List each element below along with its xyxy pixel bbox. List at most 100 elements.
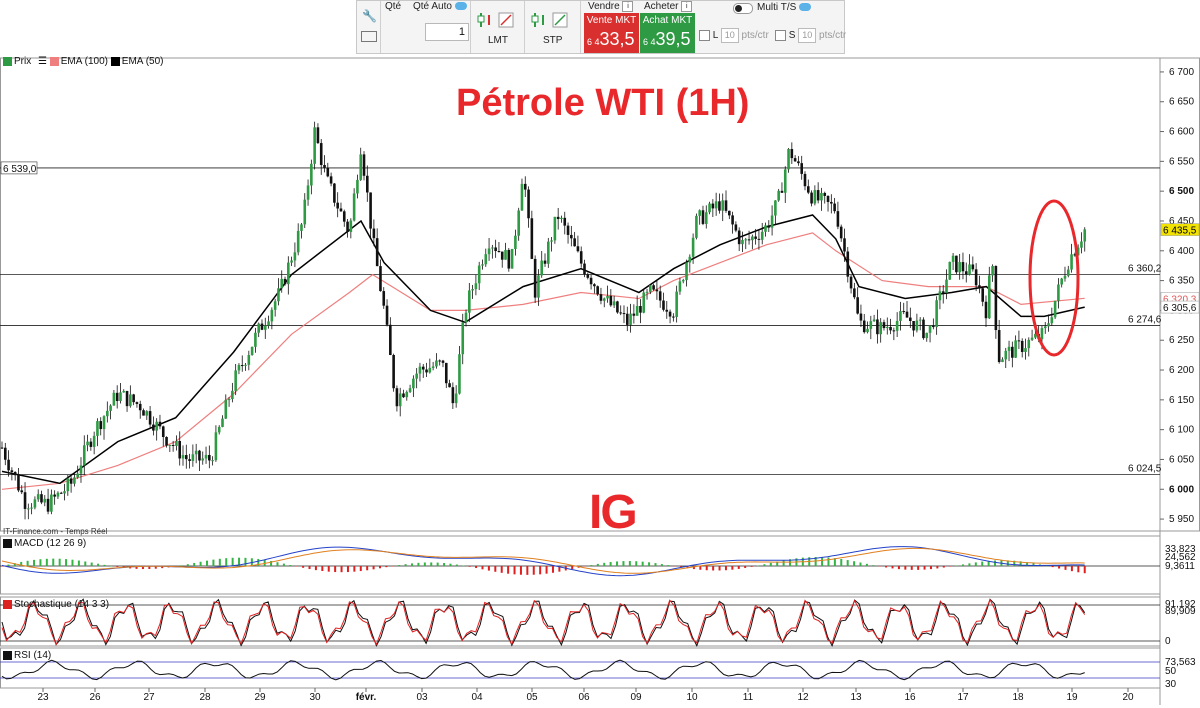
- candle-body: [165, 437, 168, 446]
- macd-histogram-bar: [97, 563, 100, 566]
- level-label: 6 274,6: [1128, 315, 1162, 326]
- candle-body: [231, 390, 234, 400]
- data-source: IT-Finance.com - Temps Réel: [3, 527, 108, 536]
- qty-auto-label[interactable]: Qté Auto: [413, 1, 467, 12]
- limit-unit: pts/ctr: [741, 30, 769, 42]
- candle-body: [356, 179, 359, 194]
- y-tick-label: 6 400: [1169, 246, 1194, 257]
- stop-order-icon[interactable]: [531, 11, 571, 29]
- buy-market-button[interactable]: Achat MKT 6 439,5: [640, 13, 695, 53]
- macd-histogram-bar: [455, 564, 458, 566]
- stop-unit: pts/ctr: [819, 30, 847, 42]
- limit-checkbox[interactable]: [699, 30, 710, 41]
- macd-histogram-bar: [430, 562, 433, 566]
- list-icon[interactable]: ☰: [38, 56, 47, 67]
- info-icon[interactable]: i: [622, 1, 634, 12]
- candle-body: [349, 220, 353, 233]
- candle-body: [510, 249, 514, 269]
- macd-histogram-bar: [481, 566, 484, 570]
- candle-body: [547, 241, 550, 264]
- candle-body: [73, 477, 76, 484]
- candle-body: [247, 355, 251, 365]
- candle-body: [280, 278, 284, 289]
- sell-market-button[interactable]: Vente MKT 6 433,5: [584, 13, 639, 53]
- candle-body: [797, 161, 800, 164]
- candle-body: [306, 185, 310, 200]
- candle-body: [922, 319, 925, 339]
- candle-body: [948, 261, 952, 280]
- limit-order-icon[interactable]: [477, 11, 517, 29]
- x-tick-label: 30: [309, 692, 321, 703]
- sell-price: 6 433,5: [587, 29, 635, 50]
- x-tick-label: 16: [904, 692, 916, 703]
- stoch-d-line: [1, 598, 1086, 646]
- ema50-line: [1, 214, 1085, 485]
- stop-field: S 10 pts/ctr: [775, 28, 846, 43]
- x-tick-label: 13: [850, 692, 862, 703]
- macd-histogram-bar: [84, 561, 87, 566]
- candle-body: [244, 364, 247, 366]
- candle-body: [1014, 340, 1017, 358]
- candle-body: [757, 238, 761, 240]
- candle-body: [507, 249, 511, 269]
- quantity-input[interactable]: 1: [425, 23, 469, 41]
- candle-body: [517, 210, 520, 236]
- candle-body: [728, 210, 731, 216]
- candle-body: [441, 360, 445, 363]
- info-icon[interactable]: i: [681, 1, 693, 12]
- candle-body: [711, 203, 715, 209]
- macd-histogram-bar: [622, 561, 625, 566]
- candle-body: [395, 388, 399, 407]
- candle-body: [175, 441, 178, 446]
- candle-body: [971, 264, 975, 270]
- candle-body: [718, 201, 721, 211]
- candle-body: [323, 164, 326, 168]
- candle-body: [454, 393, 458, 404]
- keyboard-icon[interactable]: [361, 31, 377, 42]
- candle-body: [234, 370, 237, 391]
- stoch-tick-label: 89,909: [1165, 606, 1196, 617]
- macd-histogram-bar: [423, 562, 426, 566]
- candle-body: [132, 394, 135, 403]
- candle-body: [362, 154, 366, 176]
- stop-checkbox[interactable]: [775, 30, 786, 41]
- legend-macd: MACD (12 26 9): [14, 538, 87, 549]
- macd-histogram-bar: [705, 566, 708, 571]
- candle-body: [398, 393, 402, 407]
- candle-body: [701, 210, 705, 224]
- candle-body: [181, 455, 185, 459]
- macd-histogram-bar: [949, 566, 952, 567]
- candle-body: [619, 312, 623, 314]
- candle-body: [1040, 328, 1044, 340]
- limit-field: L 10 pts/ctr: [699, 28, 769, 43]
- candle-body: [846, 251, 850, 277]
- candle-body: [13, 472, 17, 476]
- multi-ts-toggle[interactable]: [733, 3, 753, 14]
- candle-body: [1001, 359, 1004, 363]
- candle-body: [783, 169, 787, 193]
- candle-body: [431, 366, 435, 368]
- wrench-icon[interactable]: 🔧: [362, 9, 377, 23]
- macd-histogram-bar: [936, 566, 939, 569]
- sell-header-text: Vendre: [588, 1, 620, 13]
- candle-body: [270, 309, 274, 322]
- candle-body: [161, 426, 165, 438]
- macd-histogram-bar: [763, 564, 766, 566]
- macd-histogram-bar: [39, 559, 42, 566]
- candle-body: [50, 494, 53, 512]
- candle-body: [287, 262, 290, 285]
- candle-body: [346, 221, 349, 233]
- candle-body: [7, 459, 10, 471]
- stop-input[interactable]: 10: [798, 28, 817, 43]
- candle-body: [40, 494, 43, 503]
- macd-histogram-bar: [1064, 566, 1067, 570]
- candle-body: [471, 289, 474, 291]
- stp-cell[interactable]: STP: [525, 1, 581, 53]
- macd-histogram-bar: [596, 563, 599, 566]
- candle-body: [721, 200, 725, 211]
- candle-body: [352, 193, 356, 221]
- lmt-cell[interactable]: LMT: [471, 1, 525, 53]
- limit-input[interactable]: 10: [720, 28, 739, 43]
- candle-body: [830, 201, 833, 204]
- macd-histogram-bar: [206, 560, 209, 566]
